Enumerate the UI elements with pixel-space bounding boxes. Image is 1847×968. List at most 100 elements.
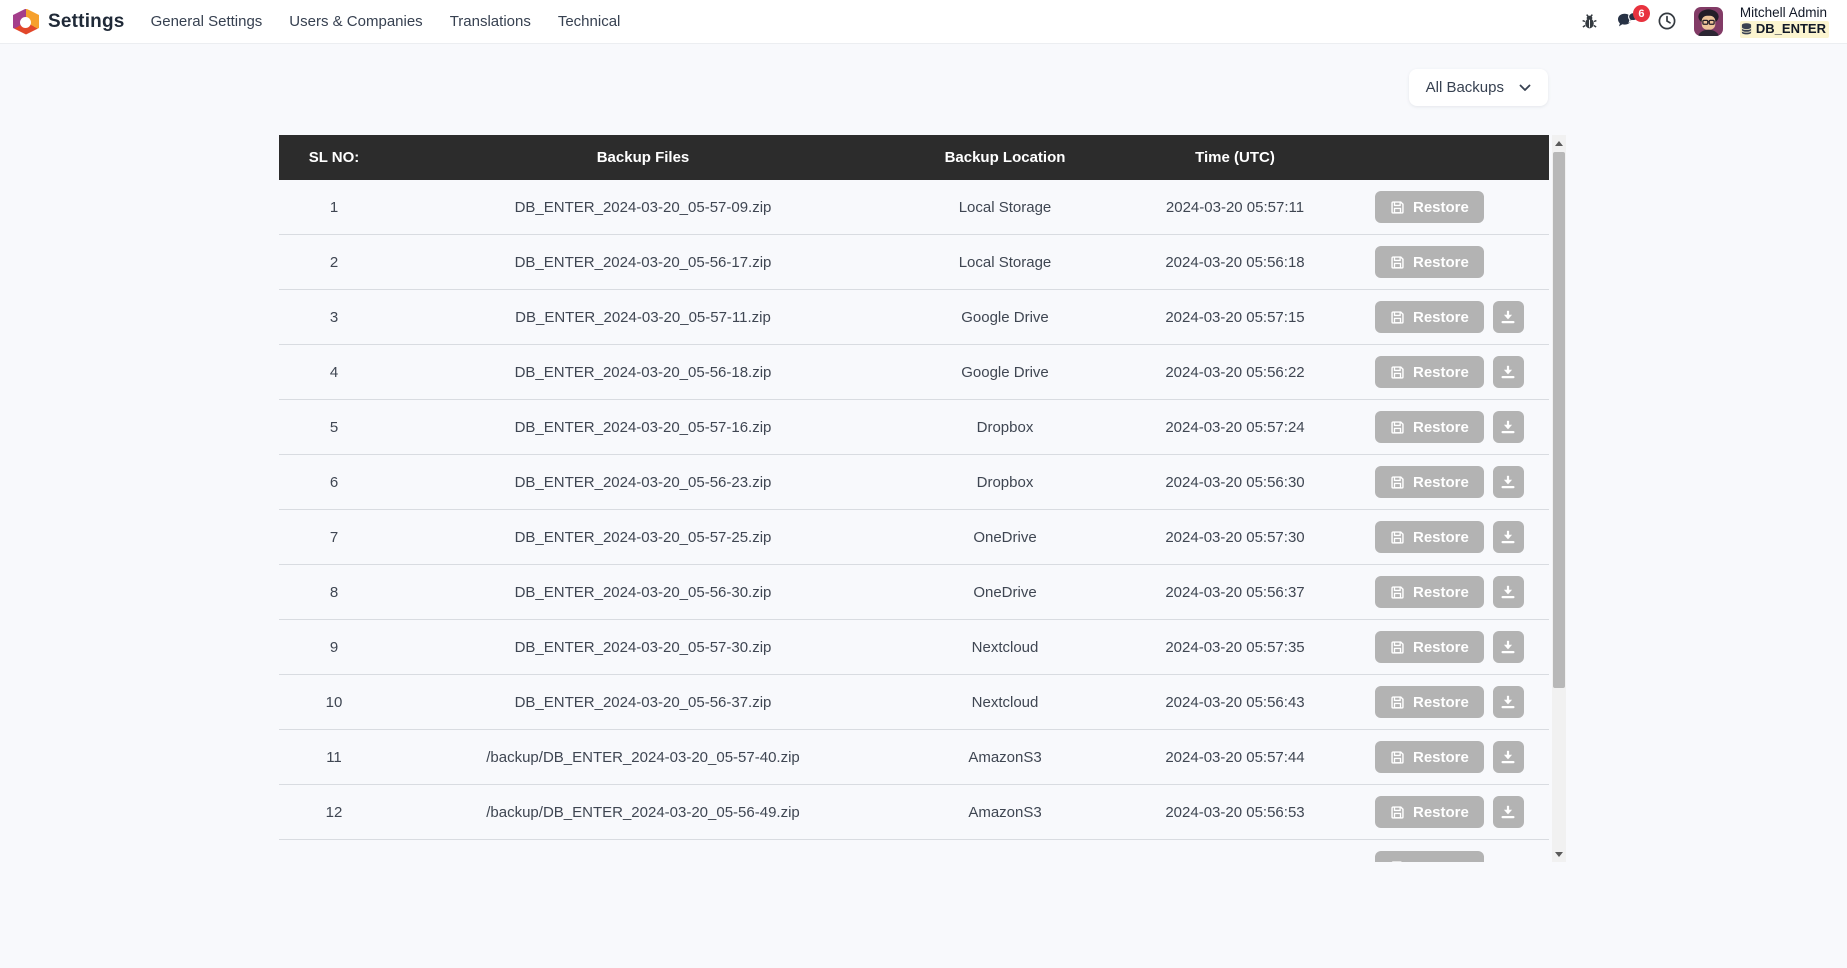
cell-actions: Restore [1357,466,1549,498]
table-row: 2 DB_ENTER_2024-03-20_05-56-17.zip Local… [279,235,1549,290]
cell-actions: Restore [1357,521,1549,553]
top-navbar: Settings General Settings Users & Compan… [0,0,1847,44]
cell-time-utc: 2024-03-20 05:56:53 [1165,803,1305,821]
cell-backup-file: DB_ENTER_2024-03-20_05-56-18.zip [514,363,772,381]
cell-backup-file: DB_ENTER_2024-03-20_05-56-17.zip [514,253,772,271]
cell-actions: Restore [1357,356,1549,388]
cell-backup-location: Nextcloud [971,638,1039,656]
save-floppy-icon [1391,585,1404,599]
cell-time-utc: 2024-03-20 05:57:24 [1165,418,1305,436]
cell-backup-location: AmazonS3 [968,748,1042,766]
restore-button-label: Restore [1413,308,1469,326]
download-button[interactable] [1492,576,1524,608]
debug-bug-icon[interactable] [1580,12,1599,31]
save-floppy-icon [1391,255,1404,269]
download-button[interactable] [1492,796,1524,828]
restore-button[interactable]: Restore [1375,246,1484,278]
menu-item-technical[interactable]: Technical [558,13,621,30]
cell-actions: Restore [1357,191,1549,223]
user-menu[interactable]: Mitchell Admin DB_ENTER [1739,5,1829,38]
messages-chat-icon[interactable]: 6 [1616,5,1650,31]
table-scrollbar[interactable] [1552,135,1566,862]
restore-button-label: Restore [1413,638,1469,656]
cell-backup-location: Google Drive [961,363,1049,381]
download-button[interactable] [1492,741,1524,773]
message-count-badge: 6 [1632,5,1650,23]
cell-backup-file: DB_ENTER_2024-03-20_05-56-37.zip [514,693,772,711]
restore-button-label: Restore [1413,859,1469,863]
cell-sl-no: 2 [329,253,339,271]
download-button[interactable] [1492,411,1524,443]
cell-time-utc: 2024-03-20 05:57:15 [1165,308,1305,326]
table-row: 10 DB_ENTER_2024-03-20_05-56-37.zip Next… [279,675,1549,730]
cell-time-utc: 2024-03-20 05:56:37 [1165,583,1305,601]
download-button[interactable] [1492,356,1524,388]
save-floppy-icon [1391,365,1404,379]
header-sl-no: SL NO: [308,149,360,166]
restore-button[interactable]: Restore [1375,191,1484,223]
cell-actions: Restore [1357,741,1549,773]
download-button[interactable] [1492,686,1524,718]
app-brand[interactable]: Settings [0,8,125,35]
download-icon [1501,530,1515,544]
cell-backup-file: DB_ENTER_2024-03-20_05-57-11.zip [515,308,771,326]
activities-clock-icon[interactable] [1657,11,1677,31]
cell-time-utc: 2024-03-20 05:57:35 [1165,638,1305,656]
app-name: Settings [48,10,125,32]
backup-filter-dropdown[interactable]: All Backups [1408,69,1548,106]
table-row: 7 DB_ENTER_2024-03-20_05-57-25.zip OneDr… [279,510,1549,565]
navbar-right-cluster: 6 Mitchell Admin DB_ENTER [1580,5,1847,38]
cell-time-utc: 2024-03-20 05:56:43 [1165,693,1305,711]
cell-actions: Restore [1357,851,1549,862]
cell-actions: Restore [1357,796,1549,828]
restore-button[interactable]: Restore [1375,686,1484,718]
save-floppy-icon [1391,420,1404,434]
save-floppy-icon [1391,475,1404,489]
user-avatar[interactable] [1693,6,1723,36]
cell-sl-no: 10 [325,693,343,711]
table-row: 5 DB_ENTER_2024-03-20_05-57-16.zip Dropb… [279,400,1549,455]
scrollbar-up-arrow[interactable] [1552,135,1566,151]
download-button[interactable] [1492,466,1524,498]
restore-button[interactable]: Restore [1375,466,1484,498]
table-row: 3 DB_ENTER_2024-03-20_05-57-11.zip Googl… [279,290,1549,345]
cell-sl-no: 4 [329,363,339,381]
restore-button[interactable]: Restore [1375,796,1484,828]
menu-item-users-companies[interactable]: Users & Companies [289,13,422,30]
cell-sl-no: 8 [329,583,339,601]
backup-table: SL NO: Backup Files Backup Location Time… [279,135,1549,862]
table-body: 1 DB_ENTER_2024-03-20_05-57-09.zip Local… [279,180,1549,862]
restore-button[interactable]: Restore [1375,851,1484,862]
cell-backup-file: /backup/DB_ENTER_2024-03-20_05-57-40.zip [486,748,800,766]
cell-backup-location: OneDrive [973,528,1037,546]
screen: Settings General Settings Users & Compan… [0,0,1847,968]
table-row: 12 /backup/DB_ENTER_2024-03-20_05-56-49.… [279,785,1549,840]
restore-button[interactable]: Restore [1375,631,1484,663]
download-button[interactable] [1492,521,1524,553]
restore-button[interactable]: Restore [1375,741,1484,773]
scrollbar-thumb[interactable] [1553,152,1565,688]
download-button[interactable] [1492,301,1524,333]
restore-button[interactable]: Restore [1375,356,1484,388]
download-button[interactable] [1492,631,1524,663]
download-icon [1501,640,1515,654]
menu-item-general-settings[interactable]: General Settings [151,13,263,30]
cell-backup-location: Nextcloud [971,693,1039,711]
download-icon [1501,365,1515,379]
save-floppy-icon [1391,640,1404,654]
user-name: Mitchell Admin [1739,5,1827,21]
cell-backup-location: Google Drive [961,308,1049,326]
restore-button-label: Restore [1413,528,1469,546]
scrollbar-down-arrow[interactable] [1552,846,1566,862]
cell-time-utc: 2024-03-20 05:56:22 [1165,363,1305,381]
cell-backup-location: Dropbox [976,418,1034,436]
menu-item-translations[interactable]: Translations [450,13,531,30]
restore-button[interactable]: Restore [1375,521,1484,553]
save-floppy-icon [1391,805,1404,819]
table-row: 11 /backup/DB_ENTER_2024-03-20_05-57-40.… [279,730,1549,785]
download-icon [1501,475,1515,489]
restore-button[interactable]: Restore [1375,576,1484,608]
restore-button[interactable]: Restore [1375,301,1484,333]
restore-button[interactable]: Restore [1375,411,1484,443]
cell-sl-no: 7 [329,528,339,546]
